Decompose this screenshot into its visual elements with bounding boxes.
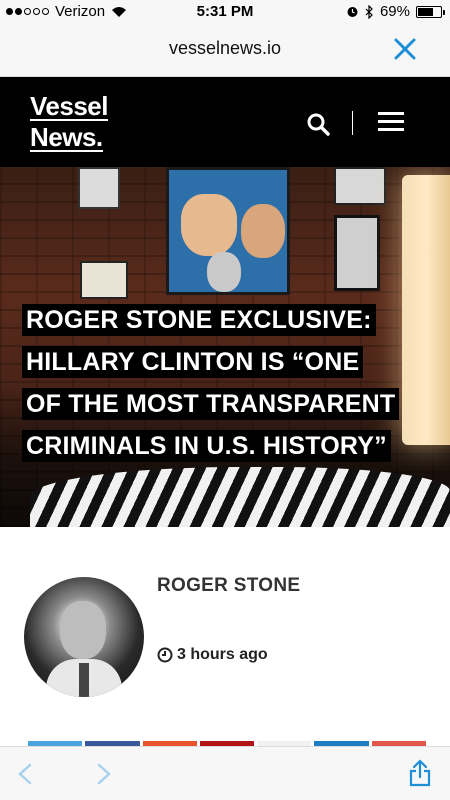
headline-line: ROGER STONE EXCLUSIVE: [22, 304, 376, 336]
menu-icon[interactable] [378, 111, 404, 133]
headline-line: OF THE MOST TRANSPARENT [22, 388, 400, 420]
url-text[interactable]: vesselnews.io [0, 38, 450, 59]
chevron-right-icon[interactable] [95, 763, 113, 785]
chevron-left-icon[interactable] [16, 763, 34, 785]
share-icon[interactable] [408, 759, 432, 787]
alarm-icon [347, 7, 358, 17]
battery-percent: 69% [379, 3, 410, 20]
wall-poster [334, 215, 380, 291]
clock-icon [157, 647, 173, 663]
headline-line: CRIMINALS IN U.S. HISTORY” [22, 430, 391, 462]
portrait-painting [166, 167, 290, 295]
hero-image[interactable]: ROGER STONE EXCLUSIVE: HILLARY CLINTON I… [0, 167, 450, 527]
site-logo[interactable]: Vessel News. [30, 93, 108, 155]
timestamp-text: 3 hours ago [177, 646, 268, 663]
bluetooth-icon [365, 4, 373, 19]
header-divider [352, 111, 353, 135]
headline-line: HILLARY CLINTON IS “ONE [22, 346, 364, 378]
article-headline: ROGER STONE EXCLUSIVE: HILLARY CLINTON I… [22, 299, 422, 467]
author-name[interactable]: ROGER STONE [157, 575, 300, 597]
status-bar: Verizon 5:31 PM 69% [0, 0, 450, 24]
battery-fill [418, 7, 434, 16]
logo-line-2: News. [30, 122, 103, 152]
wall-frame [334, 167, 386, 205]
zebra-rug [30, 467, 450, 527]
browser-url-bar: vesselnews.io [0, 24, 450, 77]
browser-toolbar [0, 746, 450, 800]
site-header: Vessel News. [0, 77, 450, 167]
battery-icon [416, 5, 445, 18]
wall-frame [78, 167, 120, 209]
close-icon[interactable] [392, 36, 418, 62]
author-avatar[interactable] [24, 577, 144, 697]
republican-sign [80, 261, 128, 299]
logo-line-1: Vessel [30, 91, 108, 121]
article-timestamp: 3 hours ago [157, 646, 268, 664]
search-icon[interactable] [306, 112, 330, 136]
status-right-group: 69% [346, 3, 445, 20]
